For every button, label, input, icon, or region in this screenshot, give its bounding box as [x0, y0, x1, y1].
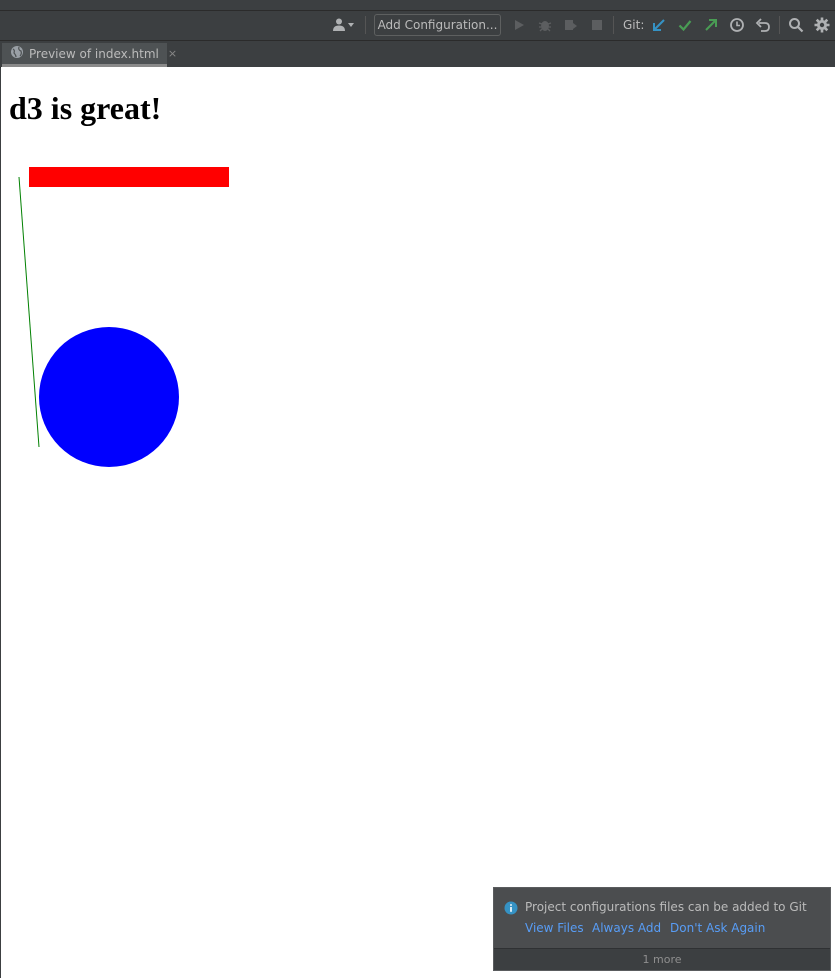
search-icon[interactable] [786, 15, 806, 35]
history-icon[interactable] [727, 15, 747, 35]
git-update-icon[interactable] [649, 15, 669, 35]
preview-content: d3 is great! [1, 67, 835, 978]
dont-ask-again-link[interactable]: Don't Ask Again [670, 921, 765, 935]
window-top-strip [0, 0, 835, 11]
stop-icon[interactable] [587, 15, 607, 35]
run-icon[interactable] [509, 15, 529, 35]
user-dropdown-icon[interactable] [331, 15, 357, 35]
git-label: Git: [623, 18, 645, 32]
coverage-icon[interactable] [561, 15, 581, 35]
more-notifications-link[interactable]: 1 more [494, 948, 830, 970]
debug-icon[interactable] [535, 15, 555, 35]
info-icon [504, 900, 518, 915]
tab-preview-index-html[interactable]: Preview of index.html × [2, 43, 177, 67]
always-add-link[interactable]: Always Add [592, 921, 661, 935]
git-commit-icon[interactable] [675, 15, 695, 35]
git-push-icon[interactable] [701, 15, 721, 35]
main-toolbar: Add Configuration... Git: [0, 11, 835, 41]
add-configuration-button[interactable]: Add Configuration... [374, 14, 501, 36]
settings-icon[interactable] [812, 15, 832, 35]
tab-label: Preview of index.html [29, 46, 159, 61]
view-files-link[interactable]: View Files [525, 921, 584, 935]
blue-circle [39, 327, 179, 467]
editor-tab-bar: Preview of index.html × [0, 41, 835, 68]
d3-svg-canvas [18, 167, 229, 467]
notification-message: Project configurations files can be adde… [525, 900, 807, 914]
close-icon[interactable]: × [168, 47, 177, 60]
red-rectangle [29, 167, 229, 187]
git-notification-balloon: Project configurations files can be adde… [493, 887, 831, 971]
web-preview-icon [10, 44, 24, 63]
toolbar-separator [365, 16, 366, 34]
toolbar-separator [779, 16, 780, 34]
rollback-icon[interactable] [753, 15, 773, 35]
green-line [18, 176, 40, 448]
toolbar-separator [613, 16, 614, 34]
